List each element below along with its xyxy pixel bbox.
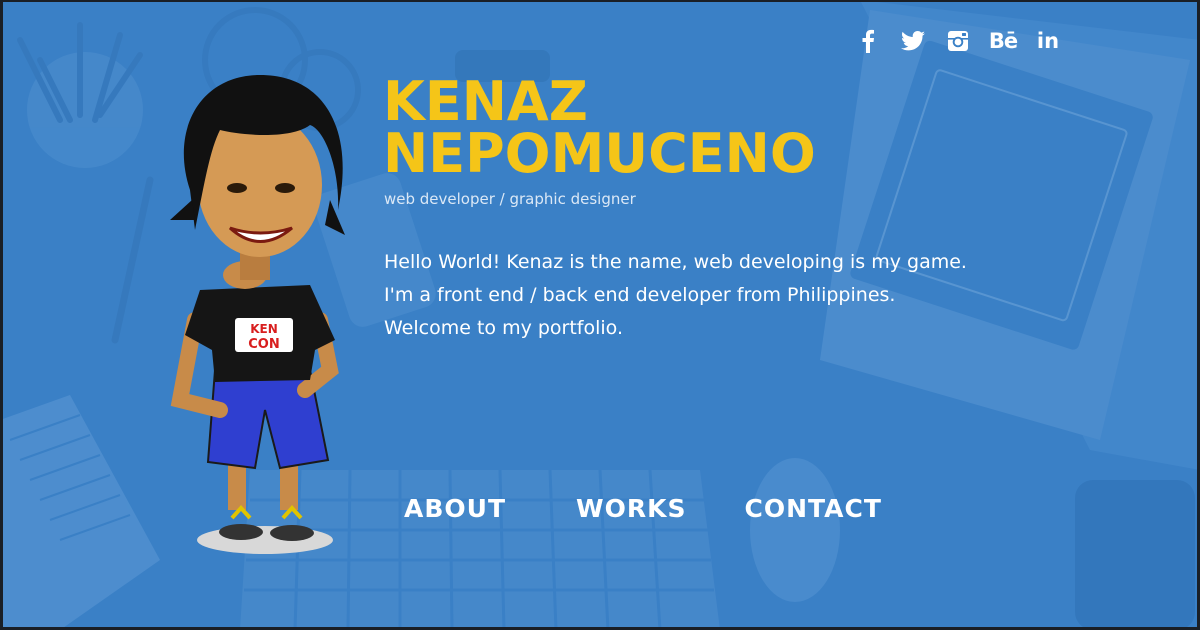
caricature-avatar: KEN CON [170,75,345,554]
behance-icon: Bē [988,29,1018,53]
social-links: Bē in [850,27,1075,55]
first-name: KENAZ [383,70,588,133]
notebook-illustration [0,395,160,630]
instagram-icon [948,31,968,51]
shirt-text-bottom: CON [248,337,279,352]
pen-cup-illustration [17,22,143,168]
nav-works-link[interactable]: WORKS [576,494,686,523]
page-title: KENAZ NEPOMUCENO [383,70,816,185]
facebook-link[interactable] [850,27,886,55]
intro-text: Hello World! Kenaz is the name, web deve… [384,246,967,345]
facebook-icon [862,29,874,53]
linkedin-icon: in [1036,29,1060,53]
behance-link[interactable]: Bē [985,27,1021,55]
intro-line: Welcome to my portfolio. [384,317,624,339]
nav-contact-link[interactable]: CONTACT [744,494,881,523]
intro-line: Hello World! Kenaz is the name, web deve… [384,251,967,273]
nav-about-link[interactable]: ABOUT [404,494,506,523]
phone-illustration [1075,480,1195,630]
twitter-icon [901,31,925,51]
last-name: NEPOMUCENO [383,122,816,185]
linkedin-link[interactable]: in [1030,27,1066,55]
intro-line: I'm a front end / back end developer fro… [384,284,896,306]
laptop-illustration [820,0,1200,470]
twitter-link[interactable] [895,27,931,55]
instagram-link[interactable] [940,27,976,55]
main-nav: ABOUT WORKS CONTACT [404,494,882,523]
job-title: web developer / graphic designer [384,190,636,208]
mouse-illustration [750,458,840,602]
shirt-text-top: KEN [250,322,278,336]
